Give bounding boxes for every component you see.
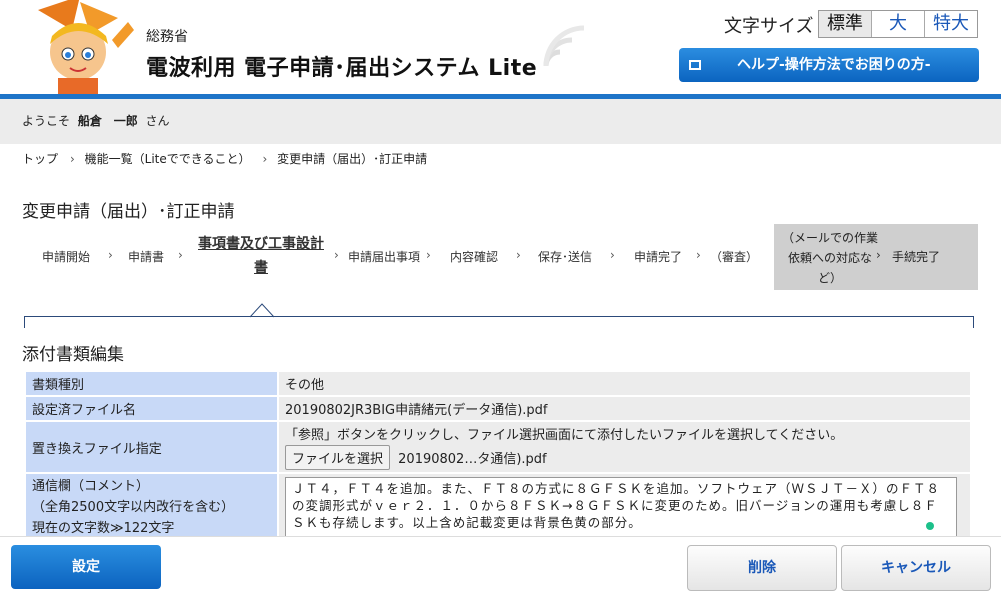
step-design-document-line2: 書 xyxy=(254,260,268,276)
mascot-logo-icon xyxy=(38,0,134,96)
step-review: （審査） xyxy=(710,250,759,264)
table-row: 書類種別 その他 xyxy=(24,370,972,397)
replace-file-label: 置き換えファイル指定 xyxy=(24,420,279,474)
comment-text: ＪＴ４，ＦＴ４を追加。また、ＦＴ８の方式に８ＧＦＳＫを追加。ソフトウェア（ＷＳＪ… xyxy=(292,480,941,530)
welcome-suffix: さん xyxy=(145,114,170,128)
document-type-label: 書類種別 xyxy=(24,370,279,397)
step-email-line3: ど） xyxy=(817,271,842,285)
font-size-standard-button[interactable]: 標準 xyxy=(819,11,871,37)
font-size-large-button[interactable]: 大 xyxy=(871,11,924,37)
comment-cell: ＪＴ４，ＦＴ４を追加。また、ＦＴ８の方式に８ＧＦＳＫを追加。ソフトウェア（ＷＳＪ… xyxy=(277,472,972,543)
choose-file-button[interactable]: ファイルを選択 xyxy=(285,445,391,470)
breadcrumb-function-list[interactable]: 機能一覧（Liteでできること） xyxy=(85,152,251,166)
font-size-label: 文字サイズ xyxy=(724,16,814,37)
replace-file-instructions: 「参照」ボタンをクリックし、ファイル選択画面にて添付したいファイルを選択してくだ… xyxy=(285,428,844,443)
chevron-right-icon: › xyxy=(262,152,268,166)
file-picker: ファイルを選択 20190802…タ通信).pdf xyxy=(285,445,964,470)
signal-waves-icon xyxy=(543,25,585,67)
step-email-line1: （メールでの作業 xyxy=(781,231,878,245)
set-button[interactable]: 設定 xyxy=(11,545,161,589)
comment-label-line2: （全角2500文字以内改行を含む） xyxy=(32,500,235,515)
delete-button[interactable]: 削除 xyxy=(687,545,837,591)
progress-steps: 申請開始 › 申請書 › 事項書及び工事設計 書 › 申請届出事項 › 内容確認… xyxy=(30,224,980,290)
status-dot-icon xyxy=(926,521,934,530)
step-start: 申請開始 xyxy=(42,250,91,264)
comment-label: 通信欄（コメント） （全角2500文字以内改行を含む） 現在の文字数≫122文字 xyxy=(24,472,279,543)
set-file-name-label: 設定済ファイル名 xyxy=(24,395,279,422)
step-complete: 申請完了 xyxy=(634,250,683,264)
tab-border xyxy=(24,316,974,328)
system-title: 電波利用 電子申請･届出システム Lite xyxy=(146,56,538,81)
step-email-line2: 依頼への対応な xyxy=(787,251,872,265)
cancel-button[interactable]: キャンセル xyxy=(841,545,991,591)
step-design-document-current: 事項書及び工事設計 書 xyxy=(192,232,330,280)
chevron-right-icon: › xyxy=(696,248,701,262)
font-size-selector: 標準 大 特大 xyxy=(818,10,978,38)
user-first-name: 一郎 xyxy=(113,114,138,128)
table-row: 通信欄（コメント） （全角2500文字以内改行を含む） 現在の文字数≫122文字… xyxy=(24,472,972,543)
step-design-document-line1: 事項書及び工事設計 xyxy=(198,236,324,252)
welcome-bar: ようこそ 船倉 一郎 さん xyxy=(0,99,1001,144)
window-icon xyxy=(689,60,701,70)
font-size-xlarge-button[interactable]: 特大 xyxy=(924,11,977,37)
ministry-name: 総務省 xyxy=(146,29,188,45)
chevron-right-icon: › xyxy=(426,248,431,262)
replace-file-cell: 「参照」ボタンをクリックし、ファイル選択画面にて添付したいファイルを選択してくだ… xyxy=(277,420,972,474)
welcome-prefix: ようこそ xyxy=(22,114,71,128)
help-button-label: ヘルプ-操作方法でお困りの方- xyxy=(737,57,931,73)
help-button[interactable]: ヘルプ-操作方法でお困りの方- xyxy=(679,48,979,82)
breadcrumb-top[interactable]: トップ xyxy=(22,152,58,166)
table-row: 設定済ファイル名 20190802JR3BIG申請緒元(データ通信).pdf xyxy=(24,395,972,422)
comment-textarea[interactable]: ＪＴ４，ＦＴ４を追加。また、ＦＴ８の方式に８ＧＦＳＫを追加。ソフトウェア（ＷＳＪ… xyxy=(285,476,957,539)
section-title: 添付書類編集 xyxy=(22,345,124,365)
document-type-value: その他 xyxy=(277,370,972,397)
comment-label-line1: 通信欄（コメント） xyxy=(32,479,150,494)
breadcrumb-current: 変更申請（届出）･訂正申請 xyxy=(277,152,428,166)
step-application: 申請書 xyxy=(128,250,165,264)
step-filing-items: 申請届出事項 xyxy=(348,250,421,264)
user-last-name: 船倉 xyxy=(77,114,102,128)
chevron-right-icon: › xyxy=(178,248,183,262)
step-later-group: （メールでの作業 依頼への対応な ど） › 手続完了 xyxy=(774,224,978,290)
table-row: 置き換えファイル指定 「参照」ボタンをクリックし、ファイル選択画面にて添付したい… xyxy=(24,420,972,474)
step-email-response: （メールでの作業 依頼への対応な ど） xyxy=(780,228,880,288)
chevron-right-icon: › xyxy=(610,248,615,262)
set-file-name-value: 20190802JR3BIG申請緒元(データ通信).pdf xyxy=(277,395,972,422)
attachment-form: 書類種別 その他 設定済ファイル名 20190802JR3BIG申請緒元(データ… xyxy=(24,370,972,543)
header: 総務省 電波利用 電子申請･届出システム Lite 文字サイズ 標準 大 特大 … xyxy=(0,0,1001,96)
chevron-right-icon: › xyxy=(876,248,881,262)
chevron-right-icon: › xyxy=(70,152,75,166)
chosen-file-name: 20190802…タ通信).pdf xyxy=(398,452,547,467)
step-confirm: 内容確認 xyxy=(450,250,499,264)
chevron-right-icon: › xyxy=(108,248,113,262)
chevron-right-icon: › xyxy=(516,248,521,262)
step-procedure-complete: 手続完了 xyxy=(892,250,941,264)
breadcrumb: トップ › 機能一覧（Liteでできること） › 変更申請（届出）･訂正申請 xyxy=(22,150,433,167)
chevron-right-icon: › xyxy=(334,248,339,262)
step-save-send: 保存･送信 xyxy=(538,250,593,264)
page-title: 変更申請（届出）･訂正申請 xyxy=(22,202,235,222)
